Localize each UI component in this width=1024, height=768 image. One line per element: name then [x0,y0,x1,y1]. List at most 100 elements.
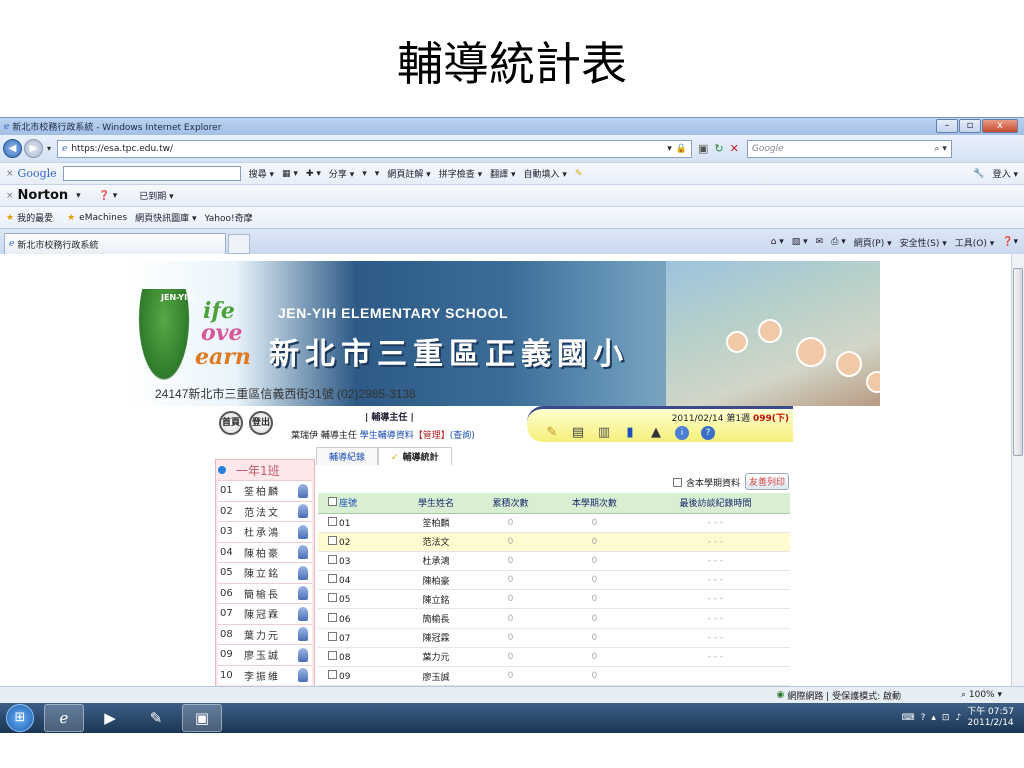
close-button[interactable]: x [982,119,1018,133]
fav-yahoo[interactable]: Yahoo!奇摩 [204,211,252,224]
google-tb-item-5[interactable]: ▾ [362,169,367,179]
list-item[interactable]: 04 陳柏豪 [218,541,312,562]
add-favorite-icon[interactable]: ★ [67,213,75,223]
tray-keyboard-icon[interactable]: ⌨ [902,713,915,723]
fav-webslice-gallery[interactable]: 網頁快訊圖庫 ▾ [135,211,196,224]
compat-icon[interactable]: ▣ [698,142,708,155]
clipboard-icon[interactable]: ▥ [597,426,611,440]
row-checkbox[interactable] [328,516,337,526]
search-input[interactable]: Google ⌕ ▾ [746,139,952,158]
select-all-checkbox[interactable] [328,497,337,507]
semester-filter[interactable]: 含本學期資料 [673,476,740,489]
norton-dropdown-icon[interactable]: ▾ [76,191,81,201]
list-item[interactable]: 08 葉力元 [218,623,312,644]
list-item[interactable]: 07 陳冠霖 [218,603,312,624]
scrollbar-thumb[interactable] [1013,268,1023,456]
google-share-button[interactable]: 分享 ▾ [329,167,354,180]
page-menu[interactable]: 網頁(P) ▾ [854,236,892,249]
help-icon[interactable]: ❓ ▾ [99,191,118,201]
security-zone[interactable]: 網際網路 | 受保護模式: 啟動 [787,689,901,702]
row-checkbox[interactable] [328,631,337,641]
edit-icon[interactable]: ✎ [545,426,559,440]
home-icon[interactable]: ⌂ ▾ [771,237,784,247]
taskbar-ie-icon[interactable]: ℯ [44,704,84,732]
list-item[interactable]: 01 筌柏麟 [218,480,312,501]
window-titlebar[interactable]: ℯ 新北市校務行政系統 - Windows Internet Explorer … [0,118,1024,135]
row-checkbox[interactable] [328,650,337,660]
table-row[interactable]: 08 葉力元 0 0- - - [318,647,790,668]
maximize-button[interactable]: ▫ [959,119,981,133]
row-checkbox[interactable] [328,574,337,584]
student-data-link[interactable]: 學生輔導資料 [360,431,414,441]
clock[interactable]: 下午 07:57 2011/2/14 [967,707,1014,729]
feeds-icon[interactable]: ▧ ▾ [792,237,808,247]
list-item[interactable]: 02 范法文 [218,500,312,521]
tray-network-icon[interactable]: ⊡ [942,713,950,723]
help-icon[interactable]: ? [701,426,715,440]
table-row[interactable]: 03 杜承鴻 0 0- - - [318,551,790,572]
google-spellcheck-button[interactable]: 拼字檢查 ▾ [439,167,482,180]
google-login-button[interactable]: 登入 ▾ [993,167,1018,180]
taskbar-app-icon[interactable]: ✎ [136,704,176,732]
google-search-box[interactable] [62,166,241,181]
table-row[interactable]: 04 陳柏豪 0 0- - - [318,570,790,591]
vertical-scrollbar[interactable] [1011,254,1024,686]
tab-current[interactable]: ℯ 新北市校務行政系統 [4,233,226,254]
google-tb-item-2[interactable]: ▦ ▾ [282,169,298,179]
google-translate-button[interactable]: 翻譯 ▾ [490,167,515,180]
query-link[interactable]: (查詢) [450,431,475,441]
norton-expired-button[interactable]: 已到期 ▾ [139,189,173,202]
home-button[interactable]: 首頁 [219,411,243,435]
google-tb-item-6[interactable]: ▾ [375,169,380,179]
pencil-icon[interactable]: ✎ [575,169,583,179]
wrench-icon[interactable]: 🔧 [973,169,984,179]
help-menu-icon[interactable]: ❓▾ [1002,237,1018,247]
tab-counseling-stats[interactable]: ✓ 輔導統計 [378,447,452,465]
tools-menu[interactable]: 工具(O) ▾ [955,236,995,249]
row-checkbox[interactable] [328,612,337,622]
row-checkbox[interactable] [328,670,337,680]
tray-expand-icon[interactable]: ▴ [931,713,936,723]
list-item[interactable]: 03 杜承鴻 [218,521,312,542]
hat-icon[interactable]: ▲ [649,426,663,440]
manage-link[interactable]: 【管理】 [414,431,450,441]
semester-checkbox[interactable] [673,478,682,487]
table-row[interactable]: 05 陳立銘 0 0- - - [318,589,790,610]
table-row[interactable]: 02 范法文 0 0- - - [318,532,790,552]
google-annotate-button[interactable]: 網頁註解 ▾ [387,167,430,180]
norton-logo[interactable]: Norton [18,188,69,203]
print-icon[interactable]: ⎙ ▾ [831,237,846,247]
row-checkbox[interactable] [328,535,337,545]
search-icon[interactable]: ⌕ ▾ [934,144,946,154]
lock-icon[interactable]: 🔒 [676,144,687,154]
zoom-control[interactable]: ⌕ 100% ▾ [961,690,1002,700]
safety-menu[interactable]: 安全性(S) ▾ [900,236,947,249]
new-tab-button[interactable] [228,234,250,254]
row-checkbox[interactable] [328,593,337,603]
taskbar-media-icon[interactable]: ▶ [90,704,130,732]
tray-volume-icon[interactable]: ♪ [955,713,961,723]
minimize-button[interactable]: – [936,119,958,133]
table-row[interactable]: 01 筌柏麟 0 0- - - [318,513,790,533]
google-tb-item-3[interactable]: ✚ ▾ [306,169,321,179]
table-row[interactable]: 07 陳冠霖 0 0- - - [318,628,790,648]
start-button[interactable]: ⊞ [6,704,34,732]
refresh-icon[interactable]: ↻ [714,142,723,155]
col-seat[interactable]: 座號 [318,493,399,514]
table-row[interactable]: 09 廖玉誠 0 0 [318,666,790,686]
table-row[interactable]: 06 簡榆長 0 0- - - [318,608,790,629]
list-item[interactable]: 05 陳立銘 [218,562,312,583]
list-item[interactable]: 09 廖玉誠 [218,644,312,665]
tab-counseling-records[interactable]: 輔導紀錄 [316,447,379,465]
back-button[interactable]: ◀ [3,139,22,158]
toolbar-close-icon[interactable]: × [6,169,14,179]
document-icon[interactable]: ▤ [571,426,585,440]
logout-button[interactable]: 登出 [249,411,273,435]
url-dropdown-icon[interactable]: ▾ [667,144,672,154]
norton-close-icon[interactable]: × [6,191,14,201]
row-checkbox[interactable] [328,554,337,564]
tray-help-icon[interactable]: ? [921,713,926,723]
class-header[interactable]: 一年1班 [216,460,314,480]
google-autofill-button[interactable]: 自動填入 ▾ [523,167,566,180]
favorites-button[interactable]: 我的最愛 [17,211,53,224]
